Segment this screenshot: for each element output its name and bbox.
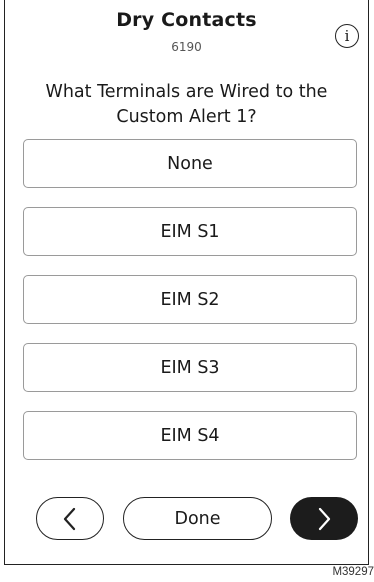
next-button[interactable] [290,497,358,540]
chevron-left-icon [63,507,76,530]
back-button[interactable] [36,497,104,540]
setting-code: 6190 [171,40,202,54]
option-none-button[interactable]: None [23,139,357,188]
option-label: EIM S1 [160,221,220,242]
page-title: Dry Contacts [116,9,257,31]
option-eim-s2-button[interactable]: EIM S2 [23,275,357,324]
option-eim-s1-button[interactable]: EIM S1 [23,207,357,256]
option-label: EIM S2 [160,289,220,310]
option-eim-s4-button[interactable]: EIM S4 [23,411,357,460]
option-label: None [167,153,213,174]
info-icon[interactable]: i [335,24,359,48]
chevron-right-icon [318,507,331,530]
info-icon-glyph: i [344,26,350,45]
device-screen: Dry Contacts 6190 i What Terminals are W… [4,0,369,565]
figure-id: M39297 [332,566,374,578]
question-text: What Terminals are Wired to the Custom A… [45,82,328,127]
option-label: EIM S3 [160,357,220,378]
done-button[interactable]: Done [123,497,272,540]
option-label: EIM S4 [160,425,220,446]
option-list: None EIM S1 EIM S2 EIM S3 EIM S4 [23,139,357,479]
done-button-label: Done [174,508,221,529]
option-eim-s3-button[interactable]: EIM S3 [23,343,357,392]
